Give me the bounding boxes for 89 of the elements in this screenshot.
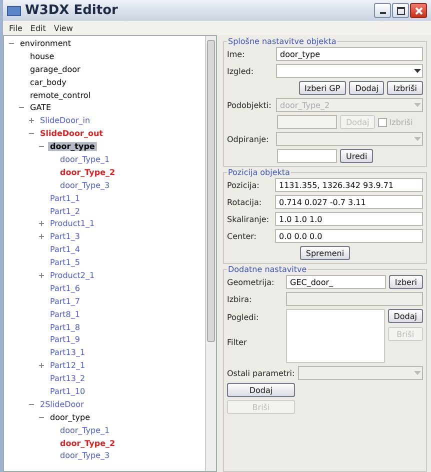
tree-item[interactable]: Part1_8 xyxy=(48,322,82,332)
scrollbar-thumb[interactable] xyxy=(207,40,215,342)
tree-item[interactable]: Part1_1 xyxy=(48,194,82,203)
field-label: Podobjekti: xyxy=(227,100,272,110)
dropdown-arrow-icon xyxy=(412,371,422,375)
expand-icon[interactable] xyxy=(38,233,45,240)
tree-item[interactable]: SlideDoor_in xyxy=(38,116,92,126)
tree-item[interactable]: remote_control xyxy=(28,90,93,100)
tree-item[interactable]: door_Type_2 xyxy=(58,438,118,448)
group-title: Dodatne nastavitve xyxy=(227,265,308,274)
tree-item[interactable]: door_Type_2 xyxy=(58,168,118,177)
tree-item[interactable]: Product1_1 xyxy=(48,219,97,228)
tree-item[interactable]: Part1_3 xyxy=(48,232,82,242)
field-label: Skaliranje: xyxy=(227,214,270,224)
tree-item[interactable]: Part1_7 xyxy=(48,296,82,306)
apply-button[interactable]: Spremeni xyxy=(300,246,350,260)
close-button[interactable] xyxy=(410,3,427,18)
tree-item[interactable]: Part1_5 xyxy=(48,258,82,268)
input-field[interactable]: 0.0 0.0 0.0 xyxy=(275,229,423,243)
browse-button[interactable]: Izberi xyxy=(388,275,423,289)
dropdown-arrow-icon xyxy=(412,103,422,107)
menu-item[interactable]: View xyxy=(54,24,73,32)
group-title: Splošne nastavitve objekta xyxy=(227,37,338,46)
maximize-icon xyxy=(396,6,404,14)
tree-item[interactable]: SlideDoor_out xyxy=(38,129,105,138)
tree-item[interactable]: Part13_1 xyxy=(48,348,88,358)
window-icon xyxy=(7,6,21,16)
scrollbar[interactable] xyxy=(205,36,216,471)
tree-item[interactable]: Part1_2 xyxy=(48,206,82,216)
input-field[interactable]: 1131.355, 1326.342 93.9.71 xyxy=(275,178,423,192)
close-icon xyxy=(414,6,422,14)
group-title: Pozicija objekta xyxy=(227,168,291,177)
field-label: Izbira: xyxy=(227,294,253,304)
dropdown-arrow-icon xyxy=(412,137,422,141)
dropdown-arrow-icon xyxy=(412,69,422,73)
tree-item[interactable]: Part12_1 xyxy=(48,361,88,370)
tree-item[interactable]: car_body xyxy=(28,78,68,87)
minimize-button[interactable] xyxy=(374,3,391,18)
tree-item[interactable]: 2SlideDoor xyxy=(38,400,86,409)
tree-item[interactable]: door_Type_3 xyxy=(58,180,112,190)
edit-button[interactable]: Uredi xyxy=(340,149,374,163)
field-label: Pogledi: xyxy=(227,313,260,322)
tree-item[interactable]: garage_door xyxy=(28,64,82,74)
window-title: W3DX Editor xyxy=(25,3,119,18)
tree-item[interactable]: environment xyxy=(18,38,73,48)
tree-item[interactable]: Part1_4 xyxy=(48,245,82,254)
input-field[interactable]: 1.0 1.0 1.0 xyxy=(275,212,423,226)
tree-item[interactable]: door_type xyxy=(48,412,92,422)
minimize-icon xyxy=(380,12,386,14)
tree-item[interactable]: house xyxy=(28,52,56,61)
input-field[interactable]: GEC_door_ xyxy=(286,275,386,289)
input-field[interactable] xyxy=(277,149,337,163)
input-field[interactable] xyxy=(277,115,337,129)
input-field[interactable]: door_type xyxy=(276,47,423,61)
tree-item[interactable]: door_Type_3 xyxy=(58,451,112,460)
field-label: Izgled: xyxy=(227,66,255,76)
tree-item[interactable]: GATE xyxy=(28,103,53,112)
tree-item[interactable]: Part1_6 xyxy=(48,284,82,293)
field-label: Ime: xyxy=(227,50,246,58)
add-button[interactable]: Dodaj xyxy=(388,309,423,323)
input-field[interactable]: 0.714 0.027 -0.7 3.11 xyxy=(275,195,423,209)
field-label: Pozicija: xyxy=(227,180,260,190)
tree-item[interactable]: Product2_1 xyxy=(48,270,97,280)
dropdown-value: door_Type_2 xyxy=(280,100,331,110)
tree-item[interactable]: door_Type_1 xyxy=(58,426,112,435)
tree-item[interactable]: Part1_9 xyxy=(48,335,82,344)
field-label: Center: xyxy=(227,232,258,240)
field-label: Ostali parametri: xyxy=(227,368,295,378)
tree-item[interactable]: door_type xyxy=(48,142,97,152)
add-button[interactable]: Dodaj xyxy=(227,383,295,397)
field-label: Geometrija: xyxy=(227,278,276,286)
tree-item[interactable]: door_Type_1 xyxy=(58,154,112,164)
expand-icon[interactable] xyxy=(28,117,35,124)
tree-item[interactable]: Part8_1 xyxy=(48,310,82,319)
action-button[interactable]: Izberi GP xyxy=(298,81,346,95)
action-button[interactable]: Izbriši xyxy=(387,81,423,95)
expand-icon[interactable] xyxy=(38,220,45,228)
expand-icon[interactable] xyxy=(38,362,45,370)
field-label: Odpiranje: xyxy=(227,134,270,144)
dropdown[interactable] xyxy=(276,64,423,78)
action-button[interactable]: Dodaj xyxy=(349,81,384,95)
field-label: Filter xyxy=(227,338,248,347)
menu-item[interactable]: Edit xyxy=(30,24,46,32)
tree-item[interactable]: Part1_10 xyxy=(48,386,88,396)
field-label: Rotacija: xyxy=(227,198,263,206)
tree-item[interactable]: Part13_2 xyxy=(48,374,88,384)
expand-icon[interactable] xyxy=(38,272,45,279)
menu-item[interactable]: File xyxy=(9,24,22,32)
maximize-button[interactable] xyxy=(392,3,409,18)
